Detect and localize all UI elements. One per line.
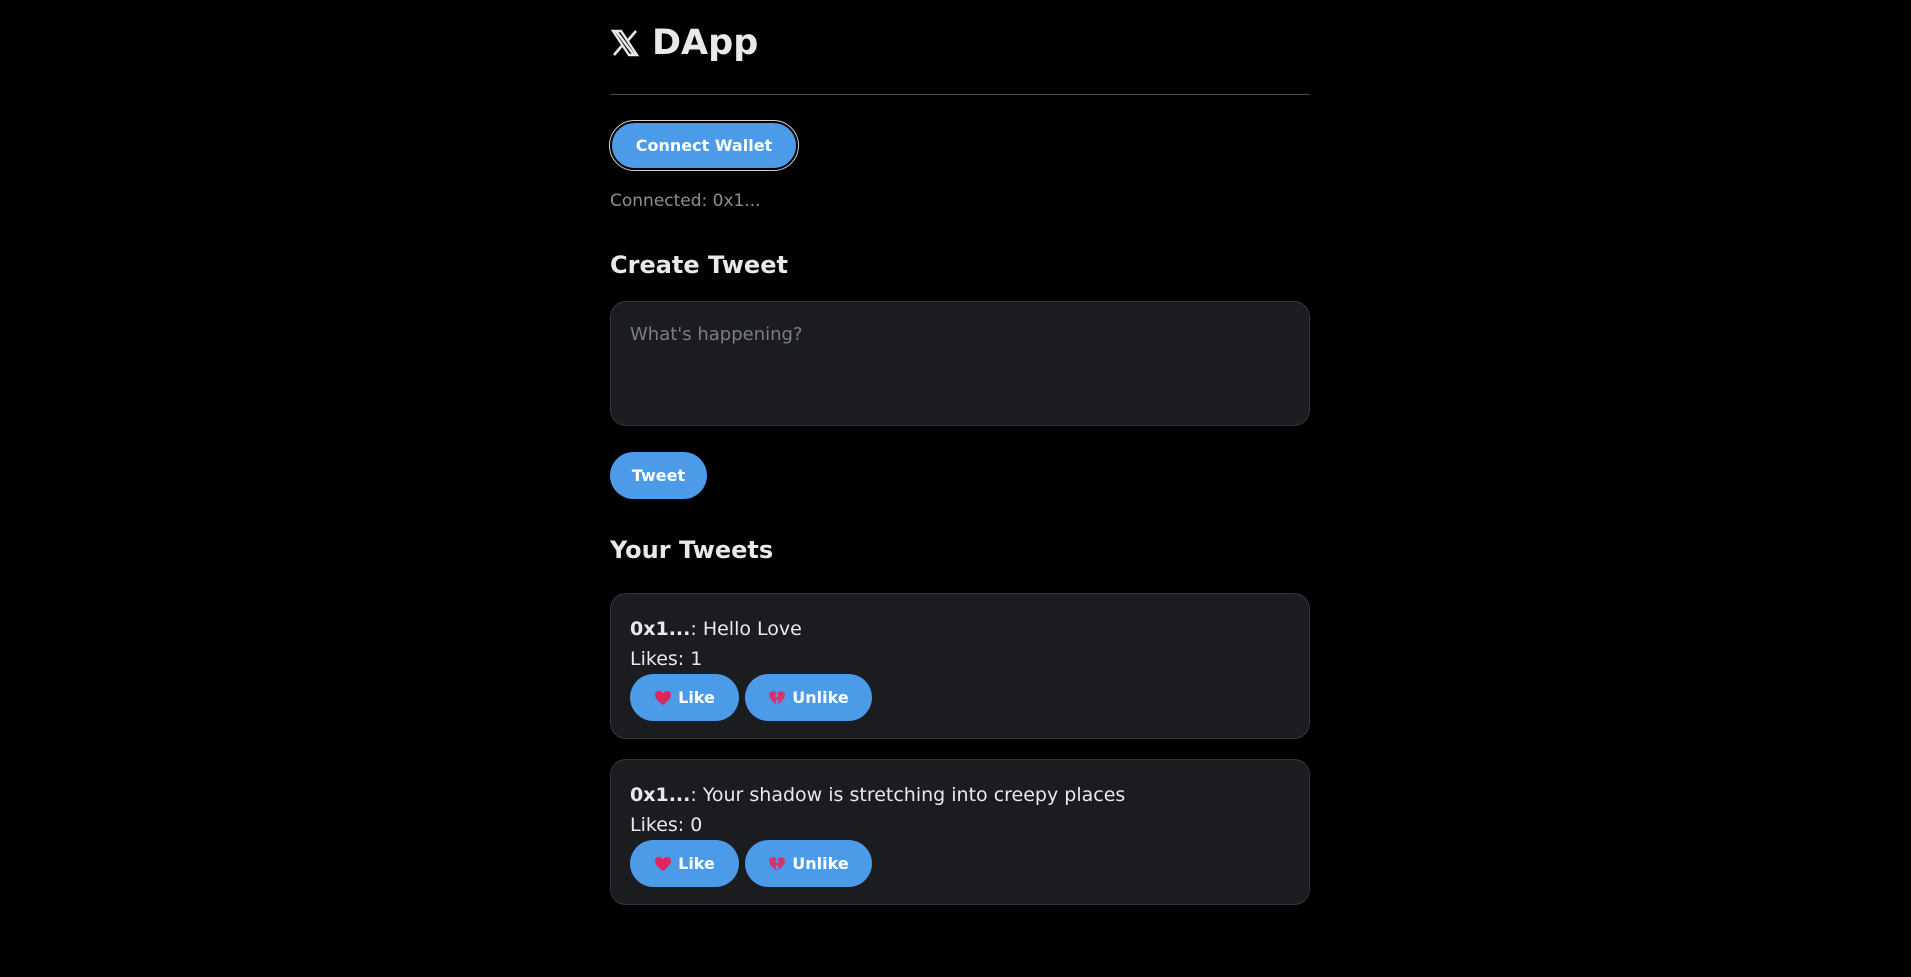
tweet-author: 0x1... <box>630 618 691 640</box>
unlike-button[interactable]: Unlike <box>745 674 872 721</box>
tweet-input[interactable] <box>610 301 1310 426</box>
app-header: DApp <box>610 0 1310 95</box>
unlike-label: Unlike <box>792 854 849 873</box>
tweet-text-line: 0x1...: Hello Love <box>630 616 1290 642</box>
tweet-content: Your shadow is stretching into creepy pl… <box>702 784 1126 806</box>
broken-heart-icon <box>769 856 786 871</box>
red-heart-icon <box>655 856 672 871</box>
tweet-separator: : <box>690 784 703 806</box>
tweet-likes-count: Likes: 1 <box>630 648 703 670</box>
tweet-author: 0x1... <box>630 784 691 806</box>
tweet-actions: Like Unlike <box>630 840 1290 887</box>
tweet-likes-count: Likes: 0 <box>630 814 703 836</box>
like-button[interactable]: Like <box>630 840 739 887</box>
connect-wallet-button[interactable]: Connect Wallet <box>609 120 799 171</box>
tweet-actions: Like Unlike <box>630 674 1290 721</box>
tweet-content: Hello Love <box>702 618 802 640</box>
your-tweets-heading: Your Tweets <box>610 536 774 564</box>
x-logo-icon <box>610 29 640 57</box>
tweet-card: 0x1...: Your shadow is stretching into c… <box>610 759 1310 905</box>
wallet-status: Connected: 0x1... <box>610 191 761 211</box>
create-tweet-heading: Create Tweet <box>610 251 788 279</box>
like-label: Like <box>678 854 715 873</box>
broken-heart-icon <box>769 690 786 705</box>
like-button[interactable]: Like <box>630 674 739 721</box>
like-label: Like <box>678 688 715 707</box>
tweet-card: 0x1...: Hello Love Likes: 1 Like Unlike <box>610 593 1310 739</box>
tweet-list: 0x1...: Hello Love Likes: 1 Like Unlike <box>610 593 1310 925</box>
unlike-button[interactable]: Unlike <box>745 840 872 887</box>
tweet-separator: : <box>690 618 703 640</box>
app-container: DApp Connect Wallet Connected: 0x1... Cr… <box>609 0 1310 905</box>
unlike-label: Unlike <box>792 688 849 707</box>
red-heart-icon <box>655 690 672 705</box>
app-title-text: DApp <box>652 23 759 63</box>
app-title: DApp <box>610 23 758 63</box>
tweet-text-line: 0x1...: Your shadow is stretching into c… <box>630 782 1290 808</box>
tweet-button[interactable]: Tweet <box>610 452 707 499</box>
